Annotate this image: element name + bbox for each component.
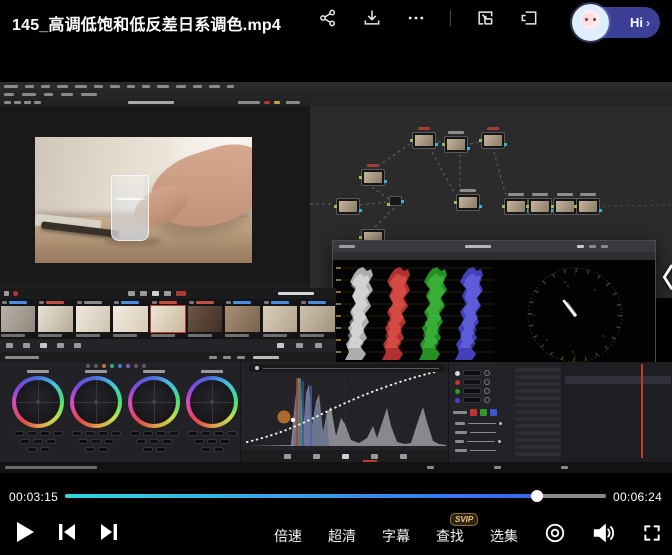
menu-speed[interactable]: 倍速 [274,526,302,546]
wheel-label-placeholder [27,370,49,373]
progress-thumb[interactable] [531,490,543,502]
wheel-label-placeholder [85,370,107,373]
gamma-color-wheel[interactable] [70,376,122,428]
palette-toolbar [0,339,336,352]
node [412,132,436,149]
resolve-scopes-window [332,240,656,370]
download-icon[interactable] [362,8,382,28]
keyframe-parameter-list [515,368,561,458]
cursor-dot [278,411,291,424]
palette-page-dots[interactable] [86,364,146,368]
keyframe-row-highlight [565,376,671,384]
timeline-clip-strip [0,299,336,339]
menu-episodes[interactable]: 选集 [490,526,518,546]
menu-quality[interactable]: 超清 [328,526,356,546]
resolve-status-bar [0,462,672,473]
rgb-swatches[interactable] [453,409,497,416]
clip-thumbnail[interactable] [262,299,298,339]
player-controls: 倍速 超清 字幕 查找 SVIP 选集 [0,508,672,555]
keyframe-timeline [561,362,672,462]
wheel-label-placeholder [201,370,223,373]
water-glass [111,175,149,241]
clip-thumbnail[interactable] [299,299,335,339]
clip-thumbnail-selected[interactable] [150,299,186,339]
video-player: 145_高调低饱和低反差日系调色.mp4 [0,0,672,555]
node [361,169,385,186]
progress-row: 00:03:15 00:06:24 [0,486,672,508]
color-wheels-palette [0,362,240,462]
scopes-titlebar [333,241,655,252]
resolve-menubar-placeholder [0,82,672,90]
resolve-viewer-panel [0,106,310,284]
next-icon[interactable] [98,521,120,548]
progress-bar[interactable] [65,494,606,498]
more-icon[interactable] [406,8,426,28]
node-connector [389,196,402,206]
node [576,198,600,215]
play-icon[interactable] [14,520,36,549]
clip-thumbnail[interactable] [112,299,148,339]
total-time: 00:06:24 [613,490,662,504]
svip-badge: SVIP [450,513,478,526]
clip-thumbnail[interactable] [224,299,260,339]
video-preview [35,137,252,263]
clips-header-bar [0,288,336,299]
wheel-label-placeholder [143,370,165,373]
clip-thumbnail[interactable] [75,299,111,339]
node [336,198,360,215]
node-graph-header [310,98,672,106]
episode-panel-arrow[interactable]: 〈 [648,258,672,295]
lift-color-wheel[interactable] [12,376,64,428]
menu-subtitles[interactable]: 字幕 [382,526,410,546]
share-icon[interactable] [318,8,338,28]
params-palette [448,362,672,462]
progress-fill [65,494,537,498]
node [528,198,552,215]
offset-color-wheel[interactable] [186,376,238,428]
node [456,194,480,211]
previous-icon[interactable] [56,521,78,548]
video-frame[interactable]: 〈 [0,46,672,486]
lens-icon[interactable] [544,522,566,549]
resolve-toolbar-placeholder [0,90,672,98]
vectorscope [495,260,655,369]
chevron-right-icon: › [646,16,650,30]
miniplayer-icon[interactable] [475,8,495,28]
clip-thumbnail[interactable] [187,299,223,339]
clip-thumbnail[interactable] [0,299,36,339]
toolbar-divider [450,10,451,26]
curves-slider[interactable] [249,364,445,372]
current-time: 00:03:15 [9,490,58,504]
scopes-mode-bar [333,252,655,260]
pip-icon[interactable] [519,8,539,28]
video-title: 145_高调低饱和低反差日系调色.mp4 [12,11,281,35]
menu-search[interactable]: 查找 SVIP [436,526,464,546]
fullscreen-icon[interactable] [642,523,662,548]
curve-histogram[interactable] [241,372,449,450]
node [504,198,528,215]
user-account-button[interactable]: Hi › [574,7,660,38]
player-titlebar: 145_高调低饱和低反差日系调色.mp4 [0,0,672,46]
avatar [572,4,609,41]
gain-color-wheel[interactable] [128,376,180,428]
palette-subbar [0,352,336,362]
waveform-parade-scope [335,260,495,369]
node [481,132,505,149]
volume-icon[interactable] [592,522,616,549]
avatar-greeting: Hi [630,15,643,30]
node [444,136,468,153]
clip-thumbnail[interactable] [37,299,73,339]
keyframe-playhead[interactable] [641,364,643,458]
water-line [114,198,146,200]
curves-toolbar [241,450,449,462]
curves-palette [240,362,448,462]
